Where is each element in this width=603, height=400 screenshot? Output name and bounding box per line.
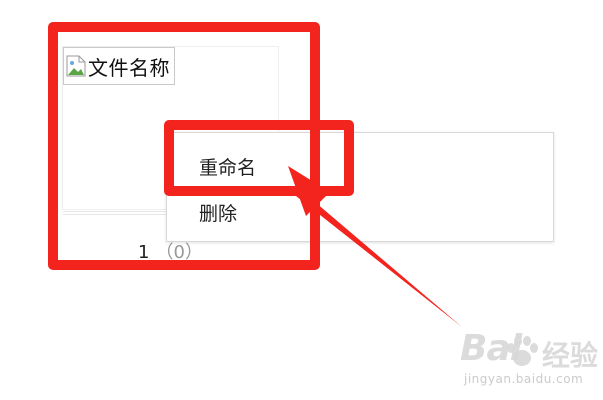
screenshot-stage: 文件名称 1 （0） 重命名 删除 Bai 经验 jingyan.baidu.co… xyxy=(0,0,603,400)
file-thumbnail: 文件名称 xyxy=(63,47,175,85)
broken-image-icon xyxy=(66,55,86,77)
thumbnail-alt-text: 文件名称 xyxy=(88,55,170,80)
watermark-suffix: 经验 xyxy=(542,339,599,372)
context-menu: 重命名 删除 xyxy=(166,132,554,242)
menu-item-rename[interactable]: 重命名 xyxy=(199,153,256,180)
menu-item-delete[interactable]: 删除 xyxy=(199,199,237,226)
watermark-url: jingyan.baidu.com xyxy=(464,372,584,386)
baidu-jingyan-watermark: Bai 经验 jingyan.baidu.com xyxy=(448,328,598,394)
file-count-number: 1 xyxy=(138,242,150,263)
paw-icon xyxy=(507,336,538,366)
file-count-paren: （0） xyxy=(155,242,203,263)
